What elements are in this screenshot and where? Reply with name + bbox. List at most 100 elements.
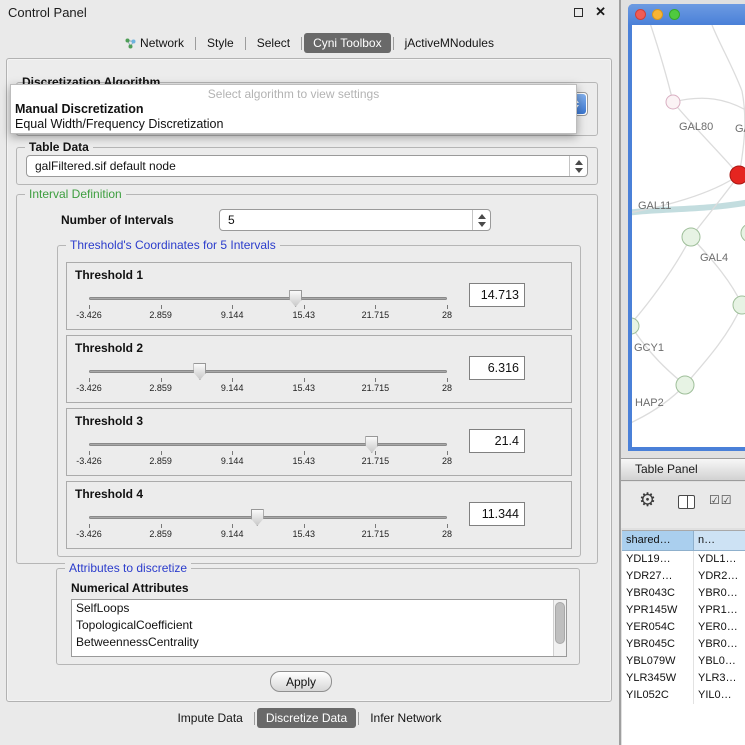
column-header-shared[interactable]: shared… — [622, 531, 694, 551]
minimize-traffic-icon[interactable] — [652, 9, 663, 20]
threshold-slider[interactable]: -3.4262.8599.14415.4321.71528 — [89, 289, 447, 327]
threshold-panel: Threshold 3-3.4262.8599.14415.4321.71528… — [66, 408, 572, 476]
tab-style[interactable]: Style — [198, 33, 243, 53]
slider-tick-label: -3.426 — [76, 310, 102, 320]
table-row[interactable]: YER054CYER0… — [622, 619, 745, 636]
dropdown-option-equal-width-frequency-discretization[interactable]: Equal Width/Frequency Discretization — [11, 117, 576, 132]
slider-tick-label: 21.715 — [362, 529, 390, 539]
slider-track[interactable] — [89, 297, 447, 300]
slider-tick — [89, 451, 90, 455]
threshold-slider[interactable]: -3.4262.8599.14415.4321.71528 — [89, 508, 447, 546]
interval-definition-group: Interval Definition Number of Intervals … — [16, 194, 598, 564]
thresholds-group-label: Threshold's Coordinates for 5 Intervals — [66, 238, 280, 252]
network-node[interactable] — [632, 318, 639, 334]
slider-tick — [447, 451, 448, 455]
threshold-value-input[interactable]: 14.713 — [469, 283, 525, 307]
close-traffic-icon[interactable] — [635, 9, 646, 20]
numerical-attributes-list[interactable]: SelfLoopsTopologicalCoefficientBetweenne… — [71, 599, 567, 657]
table-cell: YDR27… — [622, 568, 694, 585]
table-row[interactable]: YDR27…YDR2… — [622, 568, 745, 585]
network-canvas[interactable]: GAL80GAGAL11GAL4GCY1HAP2 — [632, 25, 745, 447]
slider-tick-label: -3.426 — [76, 529, 102, 539]
slider-tick — [161, 378, 162, 382]
slider-tick-label: 9.144 — [221, 529, 244, 539]
network-node[interactable] — [666, 95, 680, 109]
list-scrollbar[interactable] — [553, 600, 566, 656]
tab-infer-network[interactable]: Infer Network — [361, 708, 450, 728]
slider-tick-label: 15.43 — [293, 383, 316, 393]
list-item[interactable]: TopologicalCoefficient — [72, 617, 566, 634]
gear-icon[interactable]: ⚙ — [639, 489, 656, 512]
tab-impute-data[interactable]: Impute Data — [168, 708, 251, 728]
attributes-group: Attributes to discretize Numerical Attri… — [56, 568, 580, 665]
slider-tick — [161, 305, 162, 309]
slider-tick-label: 15.43 — [293, 310, 316, 320]
slider-tick — [232, 451, 233, 455]
network-graph: GAL80GAGAL11GAL4GCY1HAP2 — [632, 25, 745, 447]
tab-select[interactable]: Select — [248, 33, 299, 53]
slider-tick — [304, 305, 305, 309]
tab-cyni-toolbox[interactable]: Cyni Toolbox — [304, 33, 390, 53]
network-node[interactable] — [741, 224, 745, 242]
network-node[interactable] — [682, 228, 700, 246]
table-row[interactable]: YPR145WYPR1… — [622, 602, 745, 619]
tab-separator — [358, 712, 359, 725]
tab-network[interactable]: Network — [116, 33, 193, 53]
combo-stepper-icon[interactable] — [569, 156, 587, 176]
network-node[interactable] — [676, 376, 694, 394]
threshold-value-input[interactable]: 21.4 — [469, 429, 525, 453]
apply-button[interactable]: Apply — [270, 671, 332, 692]
slider-tick — [304, 378, 305, 382]
tab-discretize-data[interactable]: Discretize Data — [257, 708, 356, 728]
columns-icon[interactable] — [678, 495, 695, 509]
select-columns-icon[interactable]: ☑☑ — [709, 493, 733, 507]
table-row[interactable]: YLR345WYLR3… — [622, 670, 745, 687]
threshold-slider[interactable]: -3.4262.8599.14415.4321.71528 — [89, 362, 447, 400]
slider-tick-label: 9.144 — [221, 383, 244, 393]
network-view-window[interactable]: GAL80GAGAL11GAL4GCY1HAP2 — [628, 4, 745, 451]
column-header-name[interactable]: n… — [694, 531, 745, 551]
slider-track[interactable] — [89, 516, 447, 519]
algorithm-dropdown-popup: Select algorithm to view settings Manual… — [10, 84, 577, 134]
network-node[interactable] — [733, 296, 745, 314]
network-node-label: GAL4 — [700, 252, 728, 264]
slider-thumb[interactable] — [289, 290, 302, 307]
number-of-intervals-combobox[interactable]: 5 — [219, 209, 491, 231]
slider-track[interactable] — [89, 370, 447, 373]
slider-tick — [232, 378, 233, 382]
slider-thumb[interactable] — [193, 363, 206, 380]
table-cell: YBR043C — [622, 585, 694, 602]
slider-tick-label: 9.144 — [221, 310, 244, 320]
slider-tick-label: 15.43 — [293, 529, 316, 539]
close-window-icon[interactable]: ✕ — [595, 4, 606, 20]
numerical-attributes-label: Numerical Attributes — [71, 581, 189, 595]
tab-jactivemnodules[interactable]: jActiveMNodules — [396, 33, 503, 53]
combo-stepper-icon[interactable] — [472, 210, 490, 230]
table-row[interactable]: YDL19…YDL1… — [622, 551, 745, 568]
threshold-slider[interactable]: -3.4262.8599.14415.4321.71528 — [89, 435, 447, 473]
float-window-icon[interactable] — [574, 8, 583, 17]
list-item[interactable]: SelfLoops — [72, 600, 566, 617]
table-row[interactable]: YIL052CYIL0… — [622, 687, 745, 704]
slider-tick-label: 28 — [442, 310, 452, 320]
zoom-traffic-icon[interactable] — [669, 9, 680, 20]
dropdown-option-manual-discretization[interactable]: Manual Discretization — [11, 102, 576, 117]
slider-thumb[interactable] — [251, 509, 264, 526]
scrollbar-thumb[interactable] — [555, 602, 565, 644]
dropdown-placeholder: Select algorithm to view settings — [11, 86, 576, 102]
threshold-value-input[interactable]: 6.316 — [469, 356, 525, 380]
network-node[interactable] — [730, 166, 745, 184]
table-data-combobox[interactable]: galFiltered.sif default node — [26, 155, 588, 177]
slider-tick — [232, 305, 233, 309]
table-row[interactable]: YBR045CYBR0… — [622, 636, 745, 653]
threshold-value-input[interactable]: 11.344 — [469, 502, 525, 526]
table-cell: YDR2… — [694, 568, 745, 585]
slider-tick-label: 28 — [442, 383, 452, 393]
list-item[interactable]: BetweennessCentrality — [72, 634, 566, 651]
table-row[interactable]: YBR043CYBR0… — [622, 585, 745, 602]
slider-track[interactable] — [89, 443, 447, 446]
table-cell: YLR345W — [622, 670, 694, 687]
table-cell: YDL1… — [694, 551, 745, 568]
table-row[interactable]: YBL079WYBL0… — [622, 653, 745, 670]
network-node-label: GCY1 — [634, 342, 664, 354]
